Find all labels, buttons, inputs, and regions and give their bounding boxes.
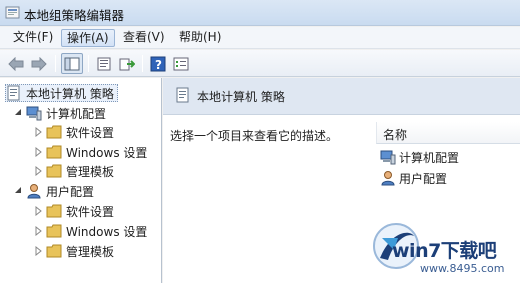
menu-action[interactable]: 操作(A) [61,29,115,47]
collapsed-arrow-icon[interactable] [34,147,42,157]
tree-node-admin-templates-user[interactable]: 管理模板 [34,242,114,260]
export-icon [119,58,135,70]
group-policy-app-icon [5,6,20,19]
policy-document-icon [176,87,189,103]
back-arrow-icon [8,56,24,71]
tree-pane: 本地计算机 策略 计算机配置 软件设置 Windows 设置 管理模板 用户配置… [0,78,162,283]
column-header-name[interactable]: 名称 [376,122,520,144]
list-item-label: 用户配置 [399,171,448,186]
folder-icon [46,244,62,258]
tree-node-computer-config[interactable]: 计算机配置 [14,104,106,122]
folder-icon [46,204,62,218]
tree-label-software-settings: 软件设置 [66,125,115,140]
folder-icon [46,224,62,238]
tree-label-admin-templates: 管理模板 [66,164,115,179]
show-tree-icon [64,57,80,70]
forward-button[interactable] [28,53,50,74]
list-item-label: 计算机配置 [399,150,460,165]
column-header-label: 名称 [383,128,408,142]
list-item-user-config[interactable]: 用户配置 [380,169,447,187]
collapsed-arrow-icon[interactable] [34,166,42,176]
back-button[interactable] [5,53,27,74]
tree-label-admin-templates: 管理模板 [66,244,115,259]
tree-node-software-settings-user[interactable]: 软件设置 [34,202,114,220]
export-list-button[interactable] [116,53,138,74]
watermark-brand: win7下载吧 [392,240,497,262]
menu-help[interactable]: 帮助(H) [174,29,226,47]
folder-icon [46,125,62,139]
tree-root-label: 本地计算机 策略 [26,86,114,101]
tree-node-user-config[interactable]: 用户配置 [14,182,94,200]
list-item-computer-config[interactable]: 计算机配置 [380,148,459,166]
folder-icon [46,145,62,159]
tree-label-windows-settings: Windows 设置 [66,224,148,239]
tree-node-windows-settings-user[interactable]: Windows 设置 [34,222,147,240]
detail-header: 本地计算机 策略 [163,78,520,115]
collapsed-arrow-icon[interactable] [34,246,42,256]
computer-icon [380,150,396,165]
window-title: 本地组策略编辑器 [24,8,125,23]
properties-button[interactable] [93,53,115,74]
menu-bar: 文件(F) 操作(A) 查看(V) 帮助(H) [0,27,520,49]
title-bar: 本地组策略编辑器 [0,0,520,26]
tree-node-windows-settings-computer[interactable]: Windows 设置 [34,143,147,161]
tree-node-software-settings-computer[interactable]: 软件设置 [34,123,114,141]
collapsed-arrow-icon[interactable] [34,127,42,137]
tree-label-software-settings: 软件设置 [66,204,115,219]
tree-label-computer-config: 计算机配置 [46,106,107,121]
watermark-url: www.8495.com [420,262,505,275]
toolbar: ? [0,50,520,77]
tree-label-windows-settings: Windows 设置 [66,145,148,160]
policy-document-icon [7,85,20,101]
user-icon [27,184,41,199]
expanded-arrow-icon[interactable] [14,186,22,196]
collapsed-arrow-icon[interactable] [34,206,42,216]
description-text: 选择一个项目来查看它的描述。 [170,129,339,143]
collapsed-arrow-icon[interactable] [34,226,42,236]
filter-view-icon [173,57,189,70]
forward-arrow-icon [31,56,47,71]
expanded-arrow-icon[interactable] [14,108,22,118]
user-icon [381,171,395,186]
properties-icon [97,57,111,70]
menu-file[interactable]: 文件(F) [8,29,58,47]
help-button[interactable]: ? [147,53,169,74]
show-hide-tree-button[interactable] [61,53,83,74]
tree-root[interactable]: 本地计算机 策略 [5,84,118,102]
tree-node-admin-templates-computer[interactable]: 管理模板 [34,162,114,180]
help-icon: ? [150,56,166,72]
detail-title: 本地计算机 策略 [197,90,285,104]
computer-icon [26,106,42,121]
folder-icon [46,164,62,178]
svg-text:?: ? [155,58,162,72]
menu-view[interactable]: 查看(V) [118,29,170,47]
tree-label-user-config: 用户配置 [46,184,95,199]
filter-options-button[interactable] [170,53,192,74]
